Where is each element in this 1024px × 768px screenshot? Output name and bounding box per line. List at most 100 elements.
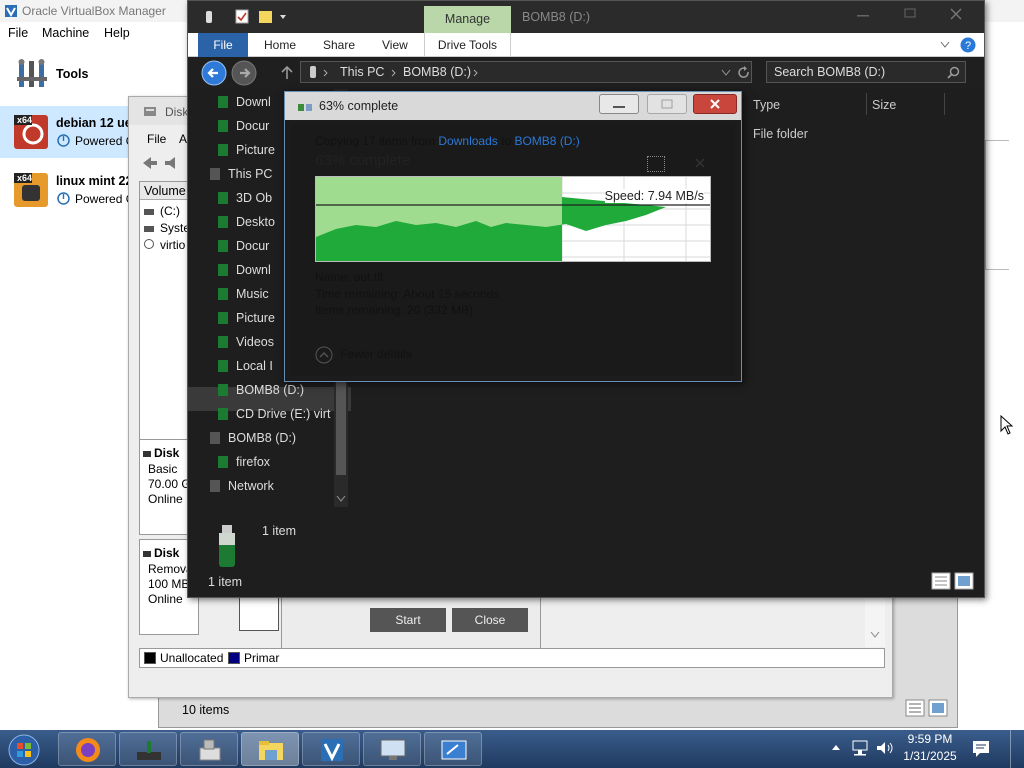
scroll-down-icon[interactable] — [870, 631, 880, 639]
manage-context-tab[interactable]: Manage — [424, 6, 511, 33]
taskbar-app[interactable] — [424, 732, 482, 766]
column-header-type[interactable]: Type — [753, 98, 780, 112]
nav-item[interactable]: firefox — [218, 455, 270, 469]
column-divider[interactable] — [866, 93, 867, 115]
nav-item[interactable]: Music — [218, 287, 269, 301]
vm-item-debian[interactable]: x64 debian 12 ue Powered O — [0, 106, 135, 158]
source-link[interactable]: Downloads — [438, 134, 497, 148]
tools-item[interactable]: Tools — [0, 52, 130, 98]
partition-block[interactable] — [239, 597, 279, 631]
column-divider[interactable] — [944, 93, 945, 115]
usb-tool-icon — [199, 739, 221, 761]
nav-item[interactable]: Picture — [218, 311, 275, 325]
new-folder-icon[interactable] — [258, 9, 273, 24]
tab-drive-tools[interactable]: Drive Tools — [424, 33, 511, 57]
large-icons-view-icon[interactable] — [928, 699, 948, 717]
menu-file[interactable]: File — [147, 132, 166, 146]
clock-time[interactable]: 9:59 PM — [905, 732, 955, 746]
copy-progress-dialog: 63% complete Copying 17 items from Downl… — [284, 91, 742, 382]
details-view-icon[interactable] — [931, 572, 951, 590]
nav-item[interactable]: Downl — [218, 263, 271, 277]
breadcrumb-chevron-icon[interactable] — [323, 69, 329, 77]
status-item-count: 1 item — [208, 575, 243, 589]
search-input[interactable]: Search BOMB8 (D:) — [766, 61, 966, 83]
taskbar-usb-tool[interactable] — [180, 732, 238, 766]
clock-date[interactable]: 1/31/2025 — [900, 749, 960, 763]
start-button[interactable] — [4, 731, 46, 767]
breadcrumb-chevron-icon[interactable] — [391, 69, 397, 77]
nav-item[interactable]: Local I — [218, 359, 273, 373]
maximize-button[interactable] — [647, 94, 687, 114]
nav-item[interactable]: Docur — [218, 239, 269, 253]
nav-item[interactable]: BOMB8 (D:) — [218, 383, 304, 397]
back-forward-icons[interactable] — [141, 155, 185, 171]
scrollbar[interactable] — [865, 597, 885, 647]
taskbar-file-explorer[interactable] — [241, 732, 299, 766]
taskbar-disk-management[interactable] — [119, 732, 177, 766]
taskbar-remote-desktop[interactable] — [363, 732, 421, 766]
nav-item-icon — [218, 336, 228, 348]
nav-item[interactable]: Docur — [218, 119, 269, 133]
nav-item[interactable]: 3D Ob — [218, 191, 272, 205]
destination-link[interactable]: BOMB8 (D:) — [514, 134, 579, 148]
menu-help[interactable]: Help — [104, 26, 130, 40]
forward-button-icon[interactable] — [231, 60, 257, 86]
menu-action[interactable]: A — [179, 132, 187, 146]
minimize-button[interactable] — [843, 5, 883, 23]
nav-item[interactable]: Downl — [218, 95, 271, 109]
vm-item-linux-mint[interactable]: x64 linux mint 22 Powered O — [0, 164, 135, 216]
nav-item[interactable]: CD Drive (E:) virt — [218, 407, 330, 421]
address-history-icon[interactable] — [721, 69, 731, 77]
taskbar-firefox[interactable] — [58, 732, 116, 766]
nav-item[interactable]: Picture — [218, 143, 275, 157]
nav-item[interactable]: Network — [210, 479, 274, 493]
menu-file[interactable]: File — [8, 26, 28, 40]
tab-home[interactable]: Home — [264, 38, 296, 52]
nav-item[interactable]: Deskto — [218, 215, 275, 229]
fewer-details-toggle[interactable]: Fewer details — [315, 346, 412, 364]
start-button[interactable]: Start — [370, 608, 446, 632]
close-button[interactable]: Close — [452, 608, 528, 632]
maximize-button[interactable] — [890, 5, 930, 23]
list-item[interactable]: (C:) — [144, 204, 180, 218]
tab-share[interactable]: Share — [323, 38, 355, 52]
nav-item[interactable]: This PC — [210, 167, 272, 181]
copy-source-line: Copying 17 items from Downloads to BOMB8… — [315, 134, 580, 148]
properties-icon[interactable] — [235, 9, 249, 24]
breadcrumb-this-pc[interactable]: This PC — [340, 65, 384, 79]
up-arrow-icon[interactable] — [280, 65, 294, 81]
volume-icon[interactable] — [875, 740, 895, 756]
menu-machine[interactable]: Machine — [42, 26, 89, 40]
pause-button[interactable] — [647, 156, 665, 172]
column-header-size[interactable]: Size — [872, 98, 896, 112]
taskbar-virtualbox[interactable] — [302, 732, 360, 766]
breadcrumb-drive[interactable]: BOMB8 (D:) — [403, 65, 471, 79]
address-bar[interactable]: This PC BOMB8 (D:) — [300, 61, 752, 83]
file-type-cell[interactable]: File folder — [753, 127, 808, 141]
details-view-icon[interactable] — [905, 699, 925, 717]
action-center-icon[interactable] — [972, 740, 990, 758]
help-icon[interactable]: ? — [960, 37, 976, 53]
show-desktop-button[interactable] — [1010, 730, 1024, 768]
minimize-button[interactable] — [599, 94, 639, 114]
tab-file[interactable]: File — [198, 33, 248, 57]
scroll-down-icon[interactable] — [336, 495, 346, 503]
nav-item[interactable]: Videos — [218, 335, 274, 349]
cancel-icon[interactable] — [695, 158, 705, 168]
breadcrumb-chevron-icon[interactable] — [473, 69, 479, 77]
refresh-icon[interactable] — [737, 66, 750, 79]
back-button-icon[interactable] — [201, 60, 227, 86]
ribbon-expand-icon[interactable] — [940, 41, 950, 49]
nav-item-label: firefox — [236, 455, 271, 469]
close-button[interactable] — [693, 94, 737, 114]
list-item[interactable]: virtio — [144, 238, 185, 252]
quick-access-dropdown-icon[interactable] — [279, 13, 287, 21]
tab-view[interactable]: View — [382, 38, 408, 52]
nav-item[interactable]: BOMB8 (D:) — [210, 431, 296, 445]
close-button[interactable] — [936, 5, 976, 23]
network-icon[interactable] — [851, 740, 869, 756]
show-hidden-icons-icon[interactable] — [831, 743, 841, 751]
search-icon[interactable] — [947, 66, 960, 79]
close-icon — [950, 8, 962, 20]
large-icons-view-icon[interactable] — [954, 572, 974, 590]
